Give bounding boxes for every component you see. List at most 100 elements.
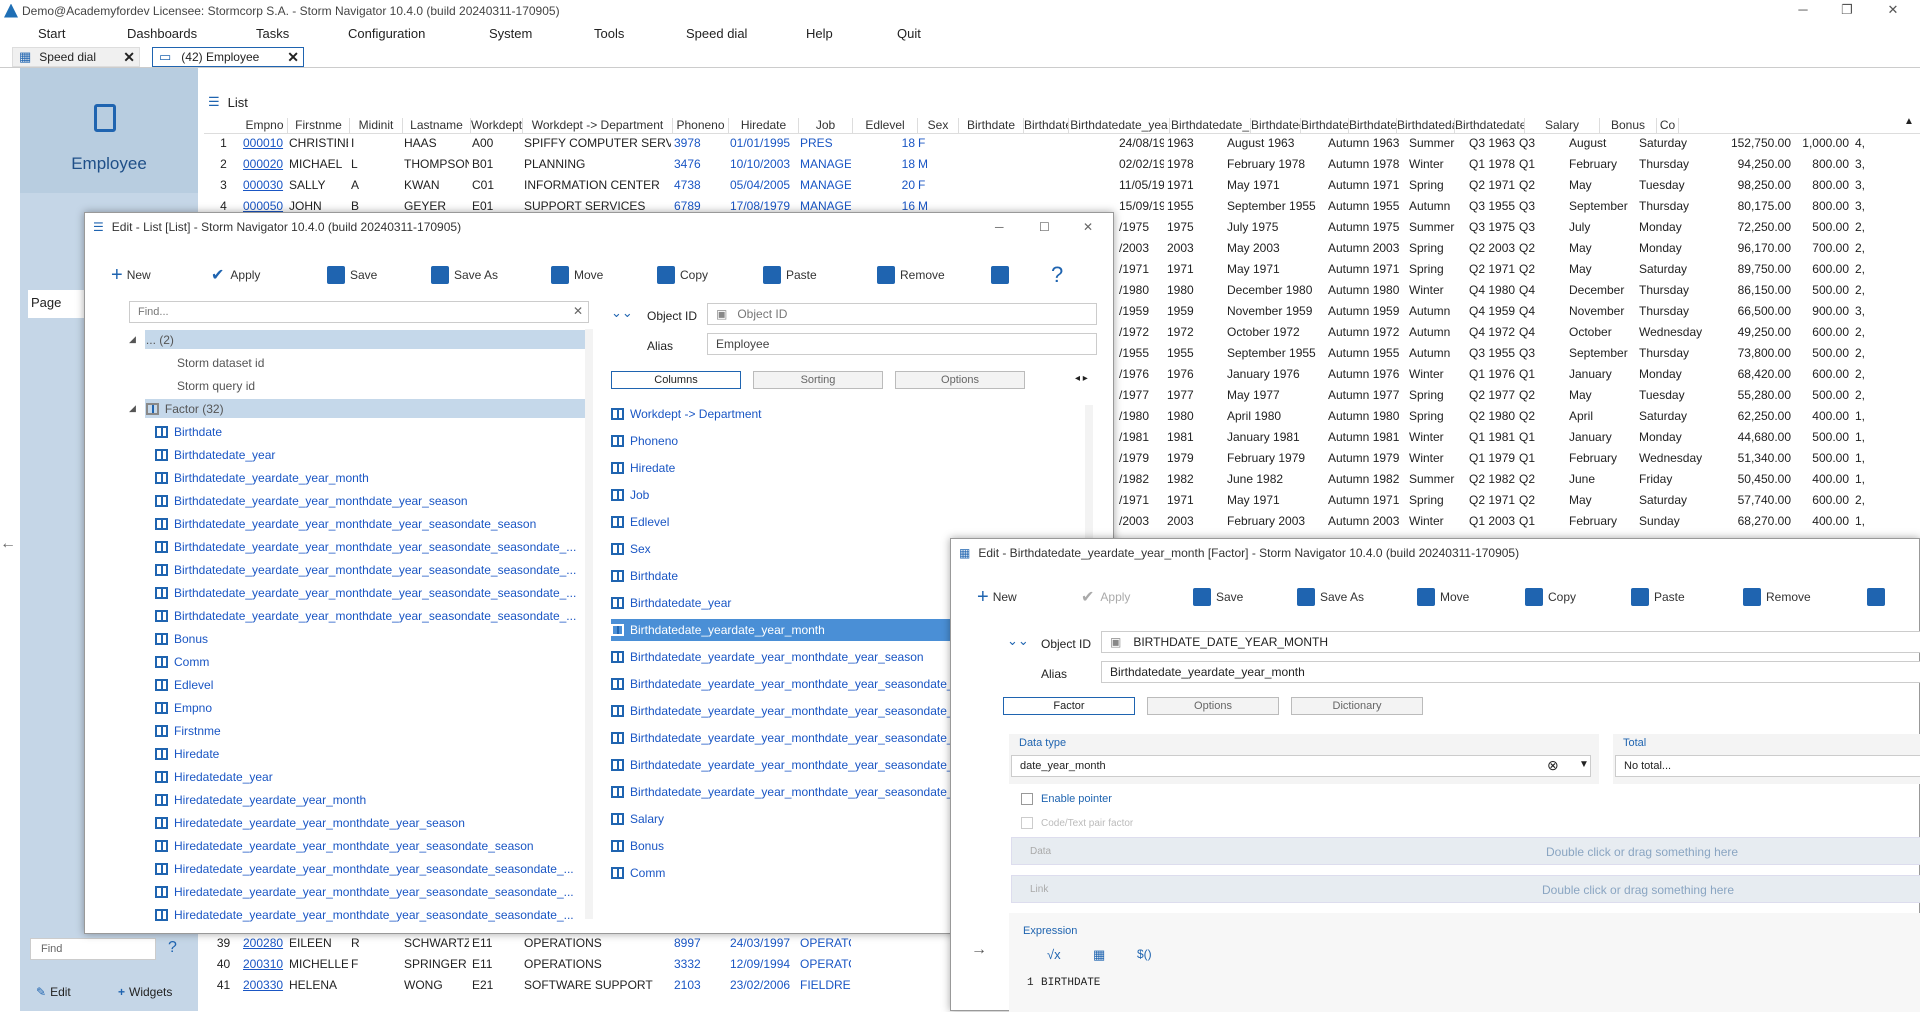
expression-editor[interactable]: BIRTHDATE bbox=[1041, 977, 1100, 989]
column-header[interactable]: Bonus bbox=[1600, 118, 1657, 133]
apply-button[interactable]: ✔ Apply bbox=[1081, 587, 1130, 607]
restore-button[interactable]: ❐ bbox=[1827, 0, 1867, 21]
left-find-input[interactable]: Find bbox=[30, 938, 156, 960]
minimize-button[interactable]: ─ bbox=[995, 220, 1004, 234]
tree-item[interactable]: Hiredatedate_yeardate_year_monthdate_yea… bbox=[155, 859, 585, 878]
menu-configuration[interactable]: Configuration bbox=[348, 26, 425, 41]
tree-item[interactable]: Hiredatedate_year bbox=[155, 767, 585, 786]
tree-item[interactable]: Birthdatedate_yeardate_year_monthdate_ye… bbox=[155, 537, 585, 556]
collapse-icon[interactable]: ⌄⌄ bbox=[1007, 633, 1029, 649]
table-cell[interactable]: 000020 bbox=[240, 157, 286, 171]
save-button[interactable]: Save bbox=[1193, 588, 1243, 606]
data-type-select[interactable]: date_year_month bbox=[1011, 755, 1591, 777]
tree-scrollbar[interactable] bbox=[585, 329, 593, 919]
remove-button[interactable]: Remove bbox=[1743, 588, 1811, 606]
menu-dashboards[interactable]: Dashboards bbox=[127, 26, 197, 41]
document-button[interactable] bbox=[1867, 588, 1890, 606]
column-header[interactable]: Birthdated bbox=[1301, 118, 1349, 133]
copy-button[interactable]: Copy bbox=[657, 266, 708, 284]
tab-options[interactable]: Options bbox=[895, 371, 1025, 389]
column-item[interactable]: Phoneno bbox=[611, 430, 1081, 452]
table-cell[interactable]: 200310 bbox=[240, 957, 286, 971]
tab-dictionary[interactable]: Dictionary bbox=[1291, 697, 1423, 715]
tree-item[interactable]: Hiredatedate_yeardate_year_month bbox=[155, 790, 585, 809]
apply-button[interactable]: ✔ Apply bbox=[211, 265, 260, 285]
column-header[interactable]: Edlevel bbox=[853, 118, 918, 133]
tab-options[interactable]: Options bbox=[1147, 697, 1279, 715]
tree-group-misc[interactable]: ◢... (2) bbox=[129, 330, 174, 349]
table-icon[interactable]: ▦ bbox=[1093, 947, 1105, 963]
column-header[interactable]: Birthdated bbox=[1251, 118, 1301, 133]
column-header[interactable]: Salary bbox=[1525, 118, 1600, 133]
tree-group-factor[interactable]: ◢ Factor (32) bbox=[129, 399, 224, 418]
menu-speed-dial[interactable]: Speed dial bbox=[686, 26, 747, 41]
column-header[interactable]: Phoneno bbox=[673, 118, 729, 133]
clear-icon[interactable]: ⊗ bbox=[1547, 757, 1559, 774]
table-cell[interactable]: 200280 bbox=[240, 936, 286, 950]
tree-item[interactable]: Hiredate bbox=[155, 744, 585, 763]
column-header[interactable]: Co bbox=[1657, 118, 1679, 133]
total-select[interactable]: No total... bbox=[1615, 755, 1920, 777]
column-header[interactable]: Midinit bbox=[350, 118, 403, 133]
tree-item[interactable]: Birthdate bbox=[155, 422, 585, 441]
tab-factor[interactable]: Factor bbox=[1003, 697, 1135, 715]
data-drop-zone[interactable]: Data Double click or drag something here bbox=[1011, 837, 1920, 865]
close-button[interactable]: ✕ bbox=[1873, 0, 1913, 21]
tree-item[interactable]: Birthdatedate_yeardate_year_monthdate_ye… bbox=[155, 560, 585, 579]
tab-scroll-arrows-icon[interactable]: ◂ ▸ bbox=[1075, 373, 1088, 384]
tree-item[interactable]: Storm query id bbox=[177, 376, 255, 395]
alias-input[interactable]: Birthdatedate_yeardate_year_month bbox=[1101, 661, 1920, 683]
collapse-icon[interactable]: ⌄⌄ bbox=[611, 305, 633, 321]
tree-item[interactable]: Hiredatedate_yeardate_year_monthdate_yea… bbox=[155, 882, 585, 901]
tree-item[interactable]: Storm dataset id bbox=[177, 353, 264, 372]
close-tab-icon[interactable]: ✕ bbox=[123, 49, 135, 66]
chevron-down-icon[interactable]: ▼ bbox=[1579, 759, 1589, 770]
object-id-input[interactable]: ▣ BIRTHDATE_DATE_YEAR_MONTH bbox=[1101, 631, 1920, 653]
tree-item[interactable]: Firstnme bbox=[155, 721, 585, 740]
tree-item[interactable]: Birthdatedate_year bbox=[155, 445, 585, 464]
tree-item[interactable]: Birthdatedate_yeardate_year_monthdate_ye… bbox=[155, 491, 585, 510]
scroll-up-icon[interactable]: ▲ bbox=[1904, 116, 1914, 127]
tree-item[interactable]: Comm bbox=[155, 652, 585, 671]
column-header[interactable]: Birthdate bbox=[959, 118, 1024, 133]
close-tab-icon[interactable]: ✕ bbox=[287, 49, 299, 66]
tree-item[interactable]: Hiredatedate_yeardate_year_monthdate_yea… bbox=[155, 905, 585, 924]
close-button[interactable]: ✕ bbox=[1083, 220, 1093, 234]
column-header[interactable]: Empno bbox=[242, 118, 288, 133]
tree-item[interactable]: Empno bbox=[155, 698, 585, 717]
column-item[interactable]: Hiredate bbox=[611, 457, 1081, 479]
object-id-input[interactable]: ▣ Object ID bbox=[707, 303, 1097, 325]
variable-icon[interactable]: $() bbox=[1137, 947, 1152, 961]
tree-item[interactable]: Birthdatedate_yeardate_year_monthdate_ye… bbox=[155, 514, 585, 533]
remove-button[interactable]: Remove bbox=[877, 266, 945, 284]
menu-tasks[interactable]: Tasks bbox=[256, 26, 289, 41]
menu-quit[interactable]: Quit bbox=[897, 26, 921, 41]
column-header[interactable]: Hiredate bbox=[729, 118, 799, 133]
code-text-checkbox[interactable]: Code/Text pair factor bbox=[1021, 817, 1133, 829]
column-header[interactable]: Job bbox=[799, 118, 853, 133]
tab-speed-dial[interactable]: ▦ Speed dial ✕ bbox=[12, 47, 140, 67]
paste-button[interactable]: Paste bbox=[1631, 588, 1685, 606]
column-header[interactable]: Firstnme bbox=[288, 118, 350, 133]
edit-button[interactable]: ✎ Edit bbox=[36, 985, 71, 999]
move-button[interactable]: Move bbox=[1417, 588, 1469, 606]
save-as-button[interactable]: Save As bbox=[431, 266, 498, 284]
column-item[interactable]: Edlevel bbox=[611, 511, 1081, 533]
table-cell[interactable]: 000030 bbox=[240, 178, 286, 192]
column-header[interactable]: Birthdated bbox=[1349, 118, 1397, 133]
column-item[interactable]: Job bbox=[611, 484, 1081, 506]
tree-item[interactable]: Birthdatedate_yeardate_year_monthdate_ye… bbox=[155, 606, 585, 625]
maximize-button[interactable]: ☐ bbox=[1039, 220, 1050, 234]
help-button[interactable]: ? bbox=[1051, 262, 1063, 288]
minimize-button[interactable]: ─ bbox=[1783, 0, 1823, 21]
save-button[interactable]: Save bbox=[327, 266, 377, 284]
move-button[interactable]: Move bbox=[551, 266, 603, 284]
menu-tools[interactable]: Tools bbox=[594, 26, 624, 41]
tree-item[interactable]: Hiredatedate_yeardate_year_monthdate_yea… bbox=[155, 836, 585, 855]
enable-pointer-checkbox[interactable]: Enable pointer bbox=[1021, 793, 1112, 805]
save-as-button[interactable]: Save As bbox=[1297, 588, 1364, 606]
document-button[interactable] bbox=[991, 266, 1014, 284]
tab-sorting[interactable]: Sorting bbox=[753, 371, 883, 389]
tree-item[interactable]: Edlevel bbox=[155, 675, 585, 694]
formula-icon[interactable]: √x bbox=[1047, 947, 1061, 962]
